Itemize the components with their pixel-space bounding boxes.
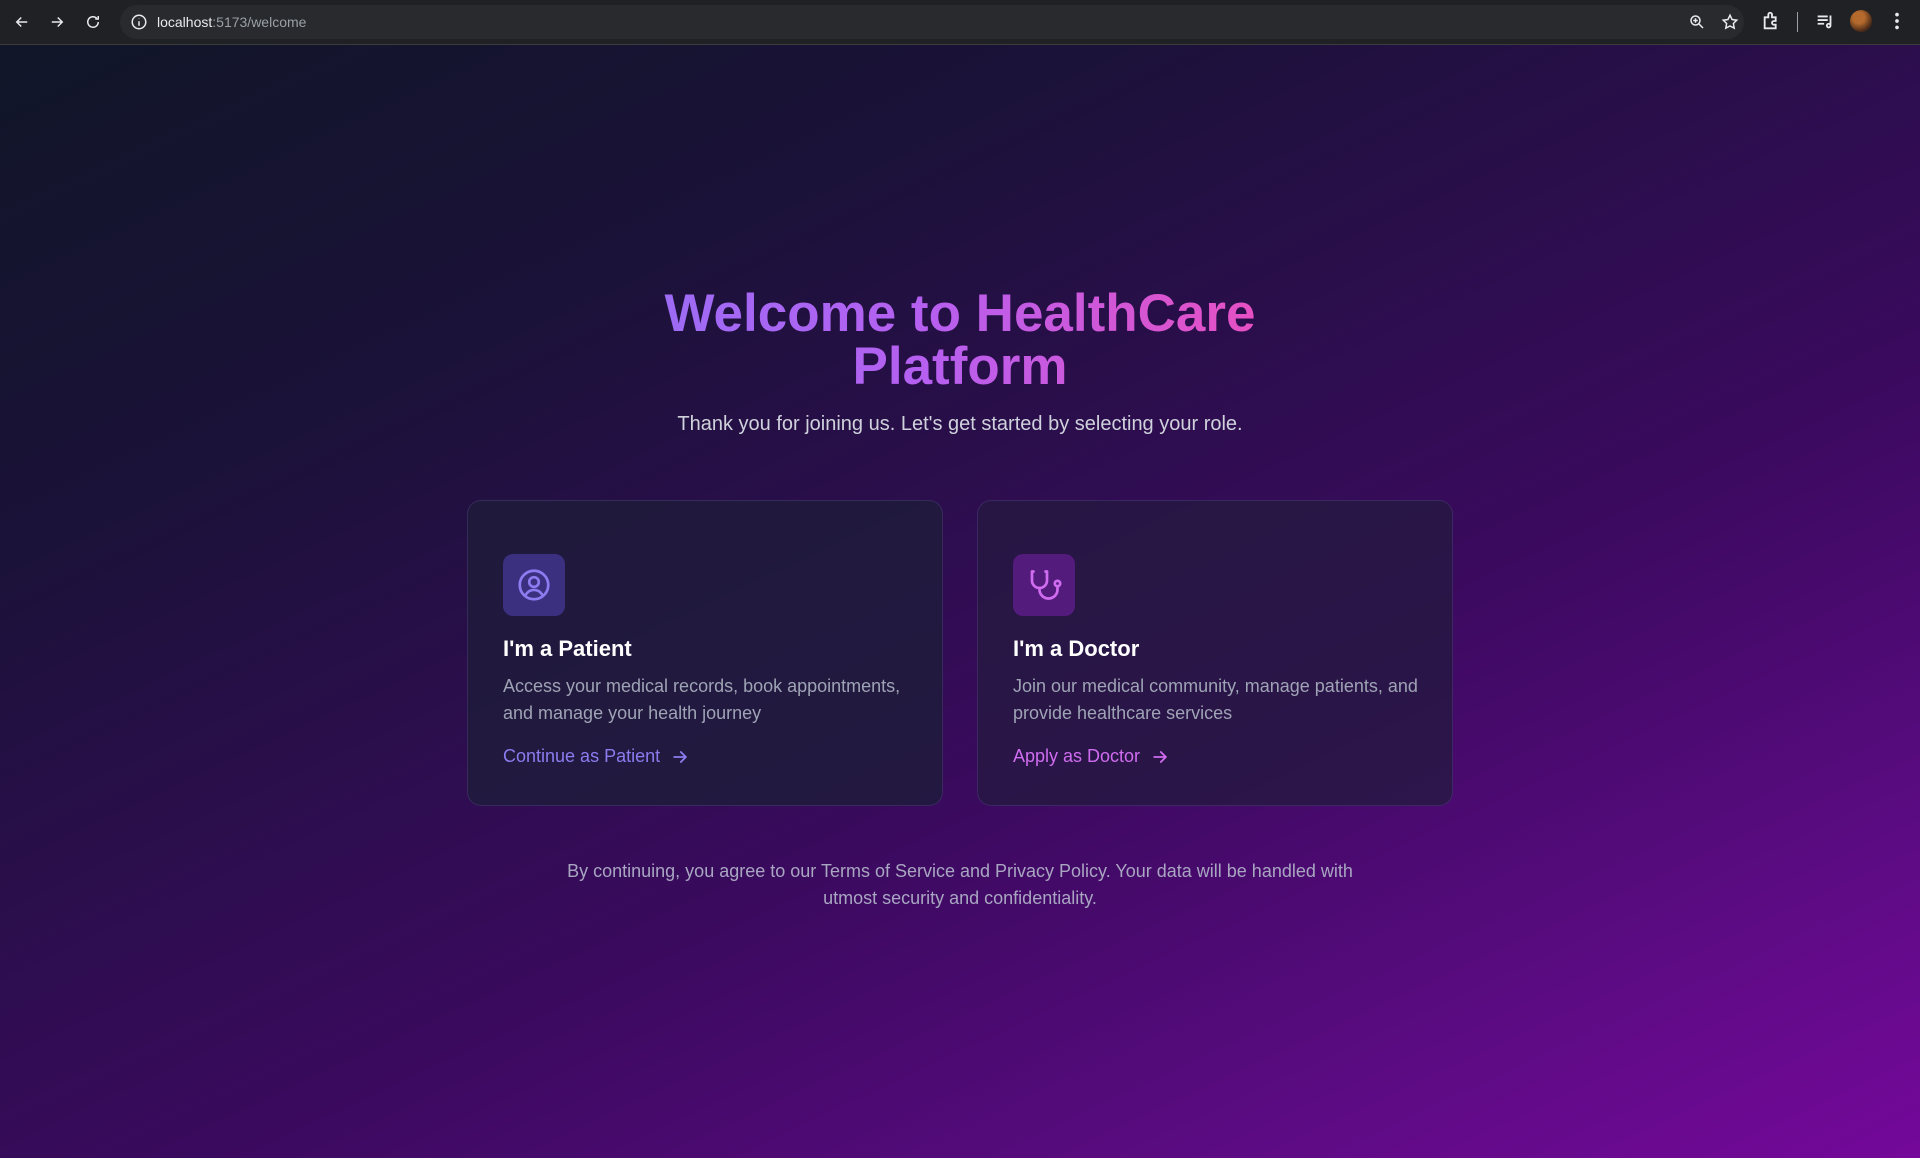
doctor-role-card[interactable]: I'm a Doctor Join our medical community,… xyxy=(977,500,1453,806)
arrow-right-icon xyxy=(1153,750,1168,763)
url-path: :5173/welcome xyxy=(212,14,307,30)
patient-icon-box xyxy=(503,554,565,616)
profile-avatar[interactable] xyxy=(1850,10,1872,32)
zoom-icon[interactable] xyxy=(1688,13,1706,31)
hero-section: Welcome to HealthCare Platform Thank you… xyxy=(460,287,1460,436)
address-bar[interactable]: localhost:5173/welcome xyxy=(120,5,1744,39)
media-controls-icon[interactable] xyxy=(1814,10,1836,32)
toolbar-divider xyxy=(1797,12,1798,32)
continue-as-patient-link[interactable]: Continue as Patient xyxy=(503,746,690,767)
more-menu-icon[interactable] xyxy=(1886,10,1908,32)
stethoscope-icon xyxy=(1030,570,1062,600)
reload-icon xyxy=(87,16,99,28)
arrow-right-icon xyxy=(673,750,688,763)
patient-card-description: Access your medical records, book appoin… xyxy=(503,676,901,723)
apply-as-doctor-link[interactable]: Apply as Doctor xyxy=(1013,746,1170,767)
apply-as-doctor-label: Apply as Doctor xyxy=(1013,746,1141,766)
url-text[interactable]: localhost:5173/welcome xyxy=(157,14,306,30)
doctor-card-title: I'm a Doctor xyxy=(1013,636,1140,661)
terms-notice: By continuing, you agree to our Terms of… xyxy=(567,861,1353,908)
reload-button[interactable] xyxy=(79,8,107,36)
patient-role-card[interactable]: I'm a Patient Access your medical record… xyxy=(467,500,943,806)
user-circle-icon xyxy=(518,569,550,601)
doctor-icon-box xyxy=(1013,554,1075,616)
doctor-card-description: Join our medical community, manage patie… xyxy=(1013,676,1418,723)
page-title: Welcome to HealthCare Platform xyxy=(640,287,1280,393)
arrow-right-icon xyxy=(51,16,64,28)
site-info-icon[interactable] xyxy=(130,13,148,31)
url-host: localhost xyxy=(157,14,213,30)
bookmark-star-icon[interactable] xyxy=(1721,13,1739,31)
page-subtitle: Thank you for joining us. Let's get star… xyxy=(677,413,1243,435)
browser-toolbar: localhost:5173/welcome xyxy=(0,0,1920,45)
arrow-left-icon xyxy=(15,16,28,28)
back-button[interactable] xyxy=(8,8,36,36)
welcome-page: Welcome to HealthCare Platform Thank you… xyxy=(0,45,1920,1158)
continue-as-patient-label: Continue as Patient xyxy=(503,746,661,766)
patient-card-title: I'm a Patient xyxy=(503,636,632,661)
extensions-icon[interactable] xyxy=(1761,10,1783,32)
forward-button[interactable] xyxy=(43,8,71,36)
